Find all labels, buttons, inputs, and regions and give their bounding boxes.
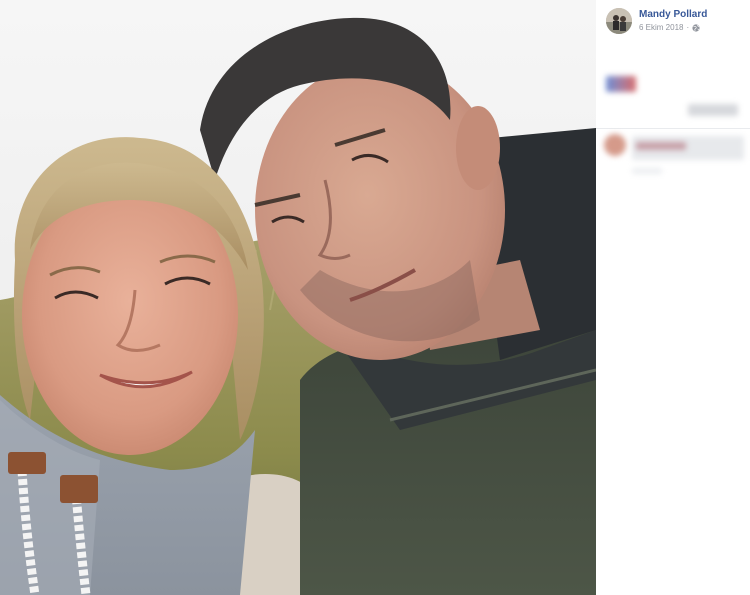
blurred-count — [688, 104, 738, 116]
blurred-comment-avatar — [604, 134, 626, 156]
globe-icon[interactable] — [692, 24, 700, 32]
post-meta: 6 Ekim 2018 · — [639, 24, 707, 32]
post-date[interactable]: 6 Ekim 2018 — [639, 24, 683, 32]
photo-viewer: Mandy Pollard 6 Ekim 2018 · — [0, 0, 750, 595]
blurred-comment-meta — [632, 168, 662, 174]
post-header: Mandy Pollard 6 Ekim 2018 · — [606, 8, 707, 34]
selfie-photo — [0, 17, 596, 595]
blurred-comment-name — [636, 142, 686, 150]
post-photo[interactable] — [0, 0, 596, 595]
blurred-reaction-icons — [606, 76, 636, 92]
post-details-panel: Mandy Pollard 6 Ekim 2018 · — [596, 0, 750, 595]
divider — [596, 128, 750, 129]
profile-photo-icon — [606, 8, 632, 34]
author-name-link[interactable]: Mandy Pollard — [639, 10, 707, 20]
meta-separator: · — [686, 23, 690, 32]
avatar[interactable] — [606, 8, 632, 34]
